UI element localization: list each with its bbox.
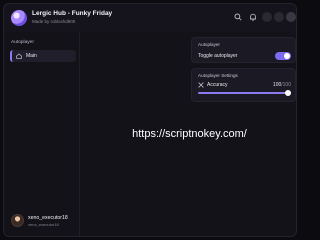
- settings-icon: [262, 12, 272, 22]
- app-window: Lergic Hub - Funky Friday Made by roblox…: [3, 3, 297, 237]
- crosshair-icon: [198, 82, 204, 88]
- app-subtitle: Made by robloxhd900: [32, 19, 76, 24]
- card-title: Autoplayer: [198, 42, 220, 47]
- user-handle: xeno_executor18: [28, 222, 59, 227]
- sidebar-item-main[interactable]: Main: [10, 50, 76, 62]
- slider-track[interactable]: [198, 92, 291, 94]
- slider-current: 100: [272, 82, 282, 88]
- toggle-autoplayer-row[interactable]: Toggle autoplayer: [198, 51, 291, 61]
- minimize-icon: [274, 12, 284, 22]
- slider-handle[interactable]: [285, 90, 291, 96]
- settings-button[interactable]: [262, 12, 272, 22]
- close-button[interactable]: [286, 12, 296, 22]
- user-profile[interactable]: xeno_executor18 xeno_executor18: [11, 212, 77, 232]
- slider-value: 100/100: [273, 82, 291, 88]
- main-content: Autoplayer Toggle autoplayer Autoplayer …: [81, 32, 296, 236]
- sidebar-item-label: Main: [26, 53, 37, 59]
- bell-icon[interactable]: [248, 12, 258, 22]
- watermark-url: https://scriptnokey.com/: [132, 128, 247, 140]
- toggle-autoplayer-switch[interactable]: [275, 52, 291, 60]
- autoplayer-settings-card: Autoplayer Settings Accuracy 100/100: [191, 68, 296, 102]
- close-icon: [286, 12, 296, 22]
- app-title: Lergic Hub - Funky Friday: [32, 10, 113, 17]
- title-bar[interactable]: Lergic Hub - Funky Friday Made by roblox…: [4, 4, 296, 32]
- autoplayer-card: Autoplayer Toggle autoplayer: [191, 37, 296, 63]
- toggle-label: Toggle autoplayer: [198, 53, 238, 59]
- minimize-button[interactable]: [274, 12, 284, 22]
- home-icon: [16, 53, 22, 59]
- slider-fill: [198, 92, 291, 94]
- slider-label: Accuracy: [207, 82, 228, 88]
- search-icon[interactable]: [233, 12, 243, 22]
- slider-max: /100: [281, 82, 291, 88]
- app-logo: [11, 10, 27, 26]
- user-name: xeno_executor18: [28, 215, 68, 221]
- accuracy-slider[interactable]: Accuracy 100/100: [198, 82, 291, 100]
- sidebar: Autoplayer Main xeno_executor18 xeno_exe…: [4, 32, 80, 236]
- avatar: [11, 214, 24, 227]
- sidebar-section-title: Autoplayer: [11, 40, 34, 45]
- card-title: Autoplayer Settings: [198, 73, 238, 78]
